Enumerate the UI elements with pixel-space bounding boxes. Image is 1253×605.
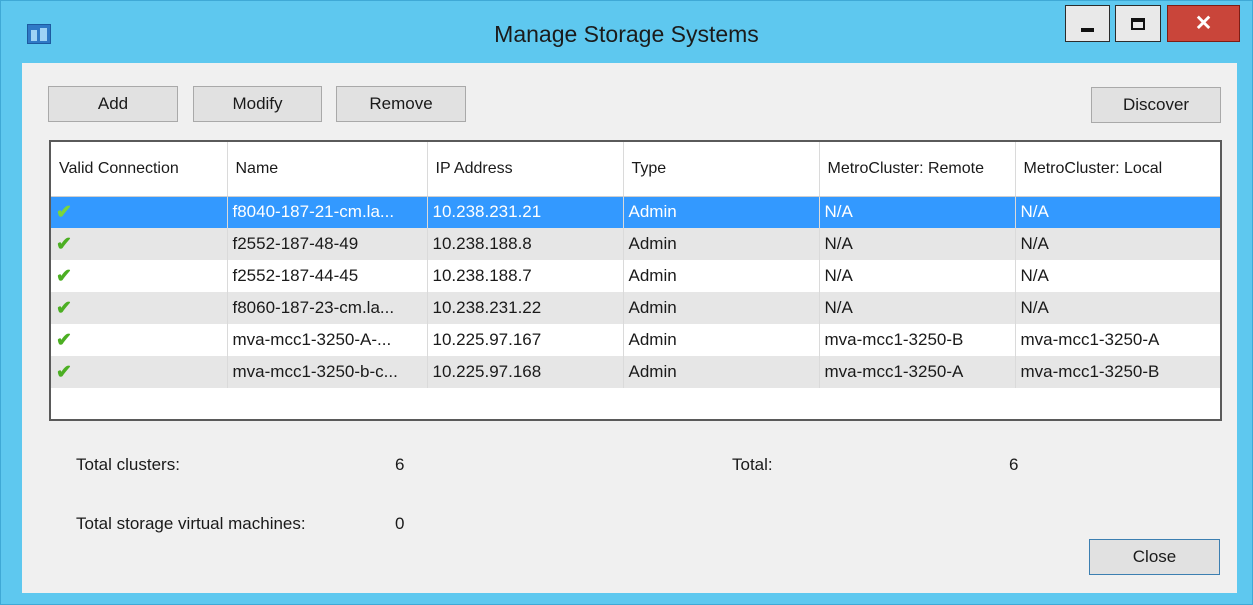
table-row[interactable]: ✔ f8060-187-23-cm.la... 10.238.231.22 Ad… xyxy=(51,292,1220,324)
cell-ip-address: 10.225.97.168 xyxy=(427,356,624,388)
modify-button[interactable]: Modify xyxy=(193,86,322,122)
close-icon: ✕ xyxy=(1194,12,1213,35)
maximize-icon xyxy=(1131,17,1145,30)
cell-type: Admin xyxy=(623,260,820,292)
table-row[interactable]: ✔ f2552-187-44-45 10.238.188.7 Admin N/A… xyxy=(51,260,1220,292)
column-header-metrocluster-local[interactable]: MetroCluster: Local xyxy=(1015,142,1220,197)
cell-ip-address: 10.225.97.167 xyxy=(427,324,624,356)
add-button[interactable]: Add xyxy=(48,86,178,122)
column-header-type[interactable]: Type xyxy=(623,142,820,197)
cell-metrocluster-local: mva-mcc1-3250-B xyxy=(1015,356,1220,388)
minimize-icon xyxy=(1081,27,1094,32)
cell-metrocluster-local: mva-mcc1-3250-A xyxy=(1015,324,1220,356)
cell-metrocluster-local: N/A xyxy=(1015,196,1220,228)
cell-name: f8060-187-23-cm.la... xyxy=(227,292,428,324)
column-header-name[interactable]: Name xyxy=(227,142,428,197)
maximize-button[interactable] xyxy=(1115,5,1161,42)
cell-type: Admin xyxy=(623,324,820,356)
column-header-ip-address[interactable]: IP Address xyxy=(427,142,624,197)
cell-type: Admin xyxy=(623,196,820,228)
cell-metrocluster-remote: N/A xyxy=(819,196,1016,228)
cell-ip-address: 10.238.231.21 xyxy=(427,196,624,228)
dialog-body: Add Modify Remove Discover Valid Connect… xyxy=(22,63,1237,593)
close-button[interactable]: Close xyxy=(1089,539,1220,575)
check-icon: ✔ xyxy=(56,297,72,319)
total-svm-label: Total storage virtual machines: xyxy=(76,514,306,533)
check-icon: ✔ xyxy=(56,329,72,351)
manage-storage-systems-window: Manage Storage Systems ✕ Add Modify Remo… xyxy=(0,0,1253,605)
cell-name: f2552-187-48-49 xyxy=(227,228,428,260)
cell-name: mva-mcc1-3250-A-... xyxy=(227,324,428,356)
table-row[interactable]: ✔ f8040-187-21-cm.la... 10.238.231.21 Ad… xyxy=(51,196,1220,228)
cell-ip-address: 10.238.231.22 xyxy=(427,292,624,324)
cell-name: f8040-187-21-cm.la... xyxy=(227,196,428,228)
check-icon: ✔ xyxy=(56,361,72,383)
column-header-valid-connection[interactable]: Valid Connection xyxy=(51,142,228,197)
cell-type: Admin xyxy=(623,356,820,388)
table-row[interactable]: ✔ mva-mcc1-3250-A-... 10.225.97.167 Admi… xyxy=(51,324,1220,356)
check-icon: ✔ xyxy=(56,201,72,223)
minimize-button[interactable] xyxy=(1065,5,1110,42)
cell-metrocluster-remote: N/A xyxy=(819,228,1016,260)
table-row[interactable]: ✔ f2552-187-48-49 10.238.188.8 Admin N/A… xyxy=(51,228,1220,260)
remove-button[interactable]: Remove xyxy=(336,86,466,122)
cell-ip-address: 10.238.188.7 xyxy=(427,260,624,292)
cell-metrocluster-remote: N/A xyxy=(819,292,1016,324)
check-icon: ✔ xyxy=(56,233,72,255)
cell-metrocluster-local: N/A xyxy=(1015,228,1220,260)
table-header-row: Valid Connection Name IP Address Type Me… xyxy=(51,142,1220,197)
close-window-button[interactable]: ✕ xyxy=(1167,5,1240,42)
cell-ip-address: 10.238.188.8 xyxy=(427,228,624,260)
cell-metrocluster-remote: mva-mcc1-3250-B xyxy=(819,324,1016,356)
total-clusters-value: 6 xyxy=(395,455,405,474)
cell-metrocluster-local: N/A xyxy=(1015,292,1220,324)
storage-systems-table[interactable]: Valid Connection Name IP Address Type Me… xyxy=(49,140,1222,421)
cell-type: Admin xyxy=(623,228,820,260)
check-icon: ✔ xyxy=(56,265,72,287)
cell-metrocluster-local: N/A xyxy=(1015,260,1220,292)
cell-metrocluster-remote: N/A xyxy=(819,260,1016,292)
discover-button[interactable]: Discover xyxy=(1091,87,1221,123)
column-header-metrocluster-remote[interactable]: MetroCluster: Remote xyxy=(819,142,1016,197)
title-bar[interactable]: Manage Storage Systems ✕ xyxy=(1,1,1252,63)
total-clusters-label: Total clusters: xyxy=(76,455,180,474)
table-row[interactable]: ✔ mva-mcc1-3250-b-c... 10.225.97.168 Adm… xyxy=(51,356,1220,388)
total-svm-value: 0 xyxy=(395,514,405,533)
total-label: Total: xyxy=(732,455,773,474)
cell-type: Admin xyxy=(623,292,820,324)
total-value: 6 xyxy=(1009,455,1019,474)
cell-metrocluster-remote: mva-mcc1-3250-A xyxy=(819,356,1016,388)
cell-name: f2552-187-44-45 xyxy=(227,260,428,292)
cell-name: mva-mcc1-3250-b-c... xyxy=(227,356,428,388)
